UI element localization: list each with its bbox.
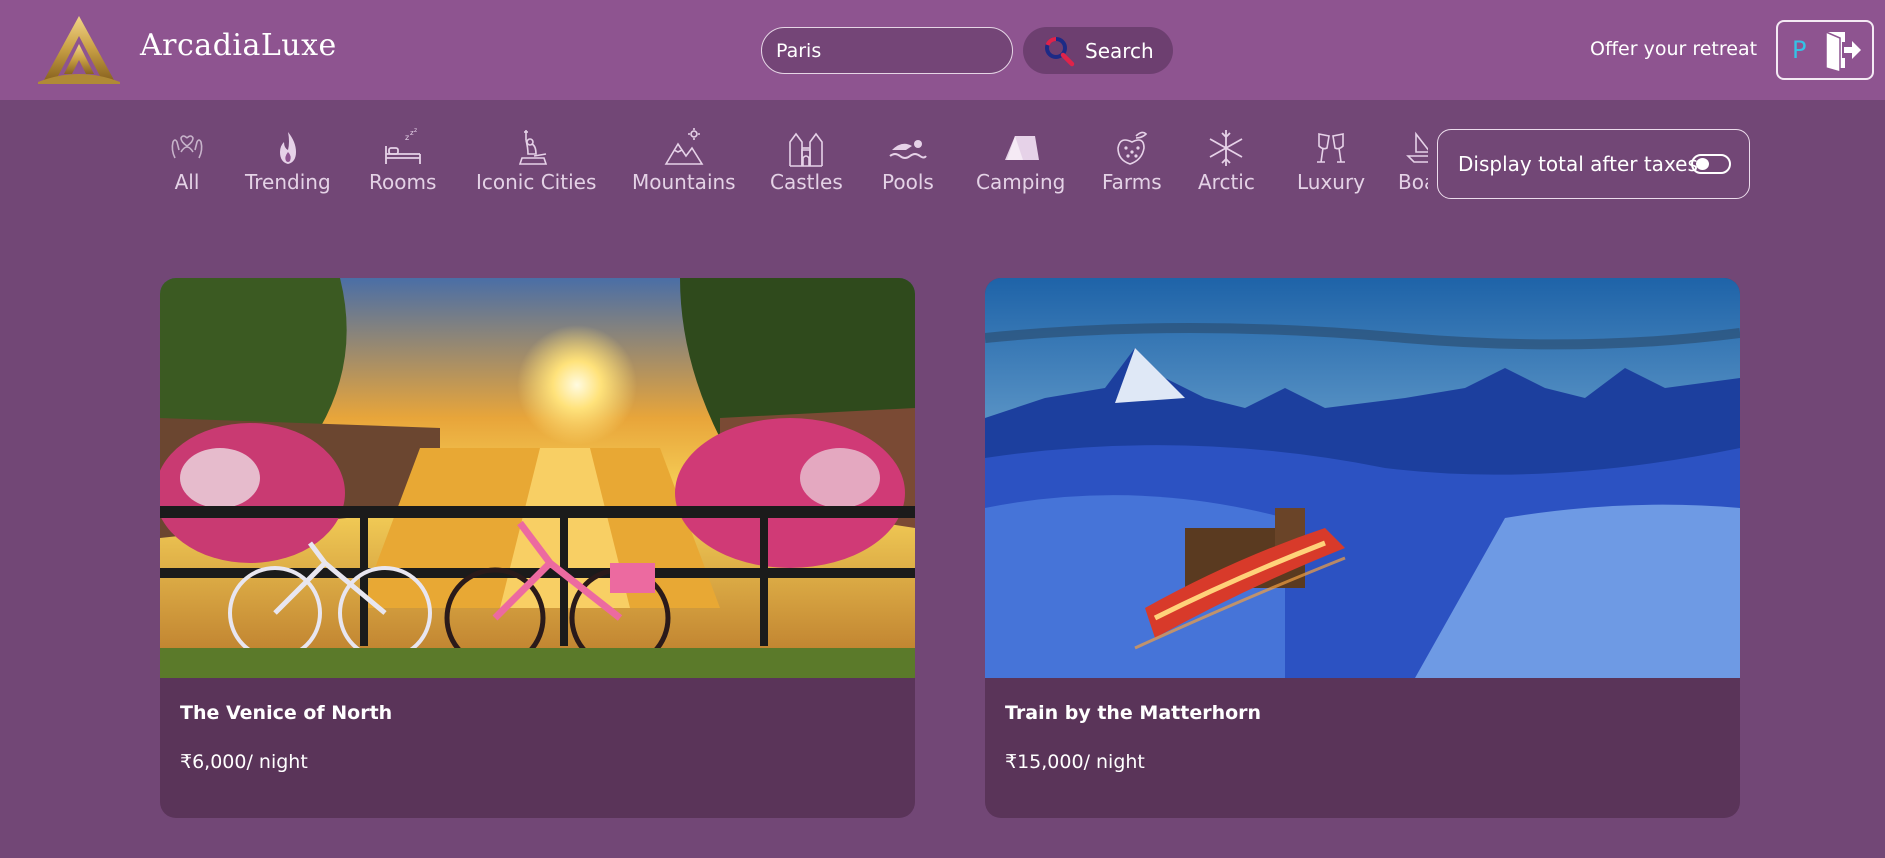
swimmer-icon [889, 140, 927, 159]
boat-icon [1406, 131, 1428, 163]
category-rooms[interactable]: z z z Rooms [369, 128, 436, 194]
search-button-label: Search [1085, 38, 1154, 63]
category-label: Iconic Cities [476, 170, 597, 194]
search-icon [1045, 36, 1075, 66]
listing-title: The Venice of North [180, 702, 393, 724]
user-initial: P [1792, 36, 1807, 64]
category-bar: All Trending z z z Rooms Iconic Cities M… [162, 128, 1428, 198]
search-button[interactable]: Search [1023, 27, 1173, 74]
logout-icon [1825, 30, 1861, 72]
category-label: Camping [976, 170, 1066, 194]
category-label: Pools [882, 170, 934, 194]
tax-toggle-switch[interactable] [1691, 154, 1731, 174]
category-luxury[interactable]: Luxury [1297, 128, 1365, 194]
listing-price: ₹15,000/ night [1005, 751, 1145, 773]
listing-photo [160, 278, 915, 678]
statue-of-liberty-icon [519, 130, 548, 165]
listing-card[interactable]: Train by the Matterhorn ₹15,000/ night [985, 278, 1740, 818]
tent-icon [1004, 136, 1039, 160]
category-label: Farms [1102, 170, 1162, 194]
castle-icon [789, 132, 824, 167]
category-label: Arctic [1198, 170, 1255, 194]
category-trending[interactable]: Trending [245, 128, 331, 194]
user-menu-button[interactable]: P [1776, 20, 1874, 80]
listing-photo [985, 278, 1740, 678]
strawberry-icon [1117, 131, 1147, 165]
toggle-knob [1696, 158, 1709, 170]
search-input[interactable] [761, 27, 1013, 74]
category-label: Trending [245, 170, 331, 194]
brand-logo[interactable] [36, 14, 122, 84]
category-label: Rooms [369, 170, 437, 194]
golden-a-logo-icon [38, 16, 120, 84]
offer-retreat-link[interactable]: Offer your retreat [1590, 38, 1757, 60]
category-farms[interactable]: Farms [1102, 128, 1162, 194]
category-all[interactable]: All [167, 128, 207, 194]
champagne-icon [1317, 133, 1346, 163]
top-header: ArcadiaLuxe Search Offer your retreat P [0, 0, 1885, 100]
category-label: Mountains [632, 170, 736, 194]
snowflake-icon [1209, 130, 1243, 166]
category-boats[interactable]: Boats [1398, 128, 1428, 194]
svg-text:z: z [405, 133, 409, 142]
listing-title: Train by the Matterhorn [1005, 702, 1262, 724]
category-pools[interactable]: Pools [882, 128, 934, 194]
category-arctic[interactable]: Arctic [1198, 128, 1255, 194]
hands-icon [171, 135, 203, 159]
brand-name[interactable]: ArcadiaLuxe [140, 28, 337, 63]
category-camping[interactable]: Camping [976, 128, 1065, 194]
category-label: All [174, 170, 200, 194]
tax-display-filter: Display total after taxes [1437, 129, 1750, 199]
svg-text:z: z [414, 128, 417, 134]
mountain-icon [664, 128, 704, 165]
flame-icon [279, 132, 296, 164]
category-mountains[interactable]: Mountains [632, 128, 736, 194]
bed-icon: z z z [384, 128, 421, 164]
listing-card[interactable]: The Venice of North ₹6,000/ night [160, 278, 915, 818]
listing-price: ₹6,000/ night [180, 751, 308, 773]
tax-toggle-label: Display total after taxes [1458, 152, 1698, 176]
category-label: Castles [770, 170, 843, 194]
category-castles[interactable]: Castles [770, 128, 843, 194]
category-label: Boats [1398, 170, 1428, 194]
category-iconic-cities[interactable]: Iconic Cities [476, 128, 596, 194]
category-label: Luxury [1297, 170, 1366, 194]
